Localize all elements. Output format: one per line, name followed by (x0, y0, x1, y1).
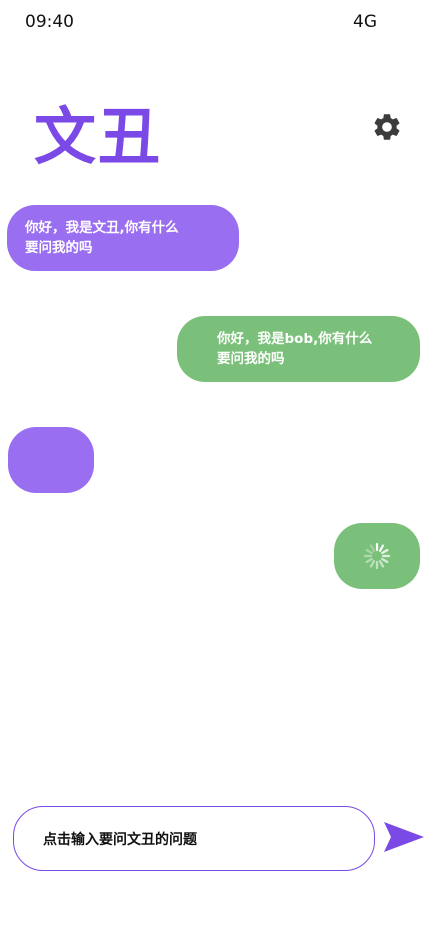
user-message-bubble: 你好，我是bob,你有什么 要问我的吗 (177, 316, 420, 382)
bot-message-bubble-empty (8, 427, 94, 493)
input-placeholder: 点击输入要问文丑的问题 (43, 832, 197, 848)
user-message-bubble-loading (334, 523, 420, 589)
loading-spinner-icon (363, 542, 391, 570)
bot-message-bubble: 你好，我是文丑,你有什么 要问我的吗 (7, 205, 239, 271)
gear-icon (374, 114, 400, 140)
network-indicator: 4G (353, 12, 377, 32)
status-time: 09:40 (25, 12, 74, 32)
message-input[interactable]: 点击输入要问文丑的问题 (13, 806, 375, 871)
send-button[interactable] (383, 820, 425, 854)
settings-button[interactable] (371, 111, 403, 143)
message-text: 你好，我是bob,你有什么 要问我的吗 (217, 331, 373, 367)
message-text: 你好，我是文丑,你有什么 要问我的吗 (25, 220, 179, 256)
send-icon (384, 822, 424, 852)
app-title: 文丑 (34, 100, 163, 173)
